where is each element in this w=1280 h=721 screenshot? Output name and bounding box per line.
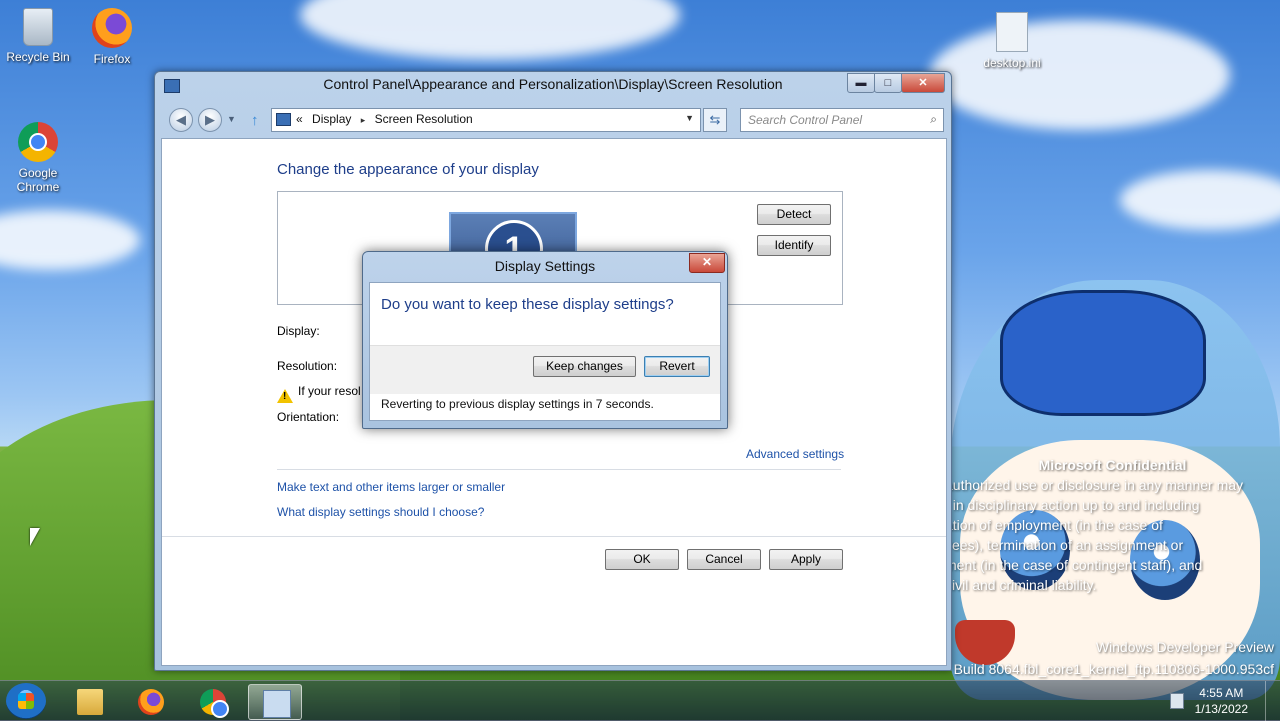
taskbar: 4:55 AM 1/13/2022 bbox=[0, 680, 1280, 721]
apply-button[interactable]: Apply bbox=[769, 549, 843, 570]
dialog-button-band: Keep changes Revert bbox=[370, 345, 720, 394]
folder-icon bbox=[77, 689, 103, 715]
text-size-link[interactable]: Make text and other items larger or smal… bbox=[277, 480, 505, 494]
build-watermark-line: Build 8064.fbl_core1_kernel_ftp.110806-1… bbox=[953, 661, 1274, 677]
search-icon: ⌕ bbox=[930, 112, 937, 126]
navigation-bar: ◀ ▶ ▼ ↑ « Display ▸ Screen Resolution ▼ … bbox=[155, 106, 951, 134]
confidential-watermark: Microsoft Confidential authorized use or… bbox=[945, 455, 1280, 595]
dialog-body: Do you want to keep these display settin… bbox=[369, 282, 721, 421]
display-help-link[interactable]: What display settings should I choose? bbox=[277, 505, 484, 519]
recycle-bin-icon bbox=[23, 8, 53, 46]
build-watermark: Windows Developer Preview Build 8064.fbl… bbox=[954, 636, 1274, 680]
maximize-button[interactable]: □ bbox=[874, 73, 902, 93]
search-input[interactable]: Search Control Panel bbox=[748, 113, 862, 127]
show-desktop-button[interactable] bbox=[1265, 681, 1280, 721]
up-level-button[interactable]: ↑ bbox=[251, 112, 259, 129]
dialog-question: Do you want to keep these display settin… bbox=[381, 296, 674, 313]
desktop-icon-label: Google Chrome bbox=[16, 166, 60, 194]
revert-button[interactable]: Revert bbox=[644, 356, 710, 377]
taskbar-firefox[interactable] bbox=[124, 684, 176, 718]
window-title: Control Panel\Appearance and Personaliza… bbox=[323, 76, 783, 92]
taskbar-explorer[interactable] bbox=[63, 684, 115, 718]
recent-pages-dropdown-icon[interactable]: ▼ bbox=[227, 114, 236, 124]
watermark-title: Microsoft Confidential bbox=[1038, 457, 1187, 473]
identify-button[interactable]: Identify bbox=[757, 235, 831, 256]
breadcrumb-screen-resolution[interactable]: Screen Resolution bbox=[375, 112, 473, 126]
firefox-icon bbox=[138, 689, 164, 715]
desktop-icon-firefox[interactable]: Firefox bbox=[74, 8, 150, 66]
watermark-line: authorized use or disclosure in any mann… bbox=[945, 477, 1244, 493]
close-icon: ✕ bbox=[701, 255, 713, 269]
address-dropdown-icon[interactable]: ▼ bbox=[685, 113, 694, 123]
clock-date: 1/13/2022 bbox=[1194, 702, 1248, 716]
advanced-settings-link[interactable]: Advanced settings bbox=[746, 447, 844, 461]
taskbar-chrome[interactable] bbox=[186, 684, 238, 718]
keep-changes-button[interactable]: Keep changes bbox=[533, 356, 636, 377]
forward-button[interactable]: ▶ bbox=[198, 108, 222, 132]
minimize-button[interactable]: ▬ bbox=[847, 73, 875, 93]
resolution-warning-text: If your resol bbox=[298, 384, 361, 398]
ok-button[interactable]: OK bbox=[605, 549, 679, 570]
start-button[interactable] bbox=[6, 683, 46, 719]
breadcrumb-overflow[interactable]: « bbox=[296, 112, 303, 126]
close-button[interactable]: ✕ bbox=[901, 73, 945, 93]
clock-time: 4:55 AM bbox=[1199, 686, 1244, 700]
watermark-line: t in disciplinary action up to and inclu… bbox=[945, 497, 1200, 513]
desktop-icon-desktop-ini[interactable]: desktop.ini bbox=[974, 12, 1050, 70]
watermark-line: ation of employment (in the case of bbox=[945, 517, 1163, 533]
forward-arrow-icon: ▶ bbox=[205, 112, 215, 127]
dialog-close-button[interactable]: ✕ bbox=[689, 253, 725, 273]
mouse-cursor-icon bbox=[30, 528, 40, 546]
breadcrumb: « Display ▸ Screen Resolution bbox=[296, 112, 479, 126]
clock[interactable]: 4:55 AM 1/13/2022 bbox=[1195, 685, 1248, 717]
build-watermark-line: Windows Developer Preview bbox=[1095, 639, 1274, 655]
desktop-icon-chrome[interactable]: Google Chrome bbox=[0, 122, 76, 194]
revert-countdown-text: Reverting to previous display settings i… bbox=[381, 397, 654, 411]
cloud-decoration bbox=[0, 210, 140, 270]
chrome-icon bbox=[200, 689, 229, 718]
cancel-button[interactable]: Cancel bbox=[687, 549, 761, 570]
display-label: Display: bbox=[277, 324, 320, 338]
dialog-title: Display Settings bbox=[494, 258, 596, 274]
cloud-decoration bbox=[300, 0, 680, 60]
file-icon bbox=[996, 12, 1028, 52]
desktop-icon-label: desktop.ini bbox=[983, 56, 1041, 70]
windows-logo-icon bbox=[18, 693, 34, 709]
watermark-line: civil and criminal liability. bbox=[945, 577, 1097, 593]
chrome-icon bbox=[18, 122, 58, 162]
display-settings-dialog: Display Settings ✕ Do you want to keep t… bbox=[362, 251, 728, 429]
firefox-icon bbox=[92, 8, 132, 48]
watermark-line: yees), termination of an assignment or bbox=[945, 537, 1184, 553]
address-bar[interactable]: « Display ▸ Screen Resolution ▼ bbox=[271, 108, 701, 132]
taskbar-control-panel[interactable] bbox=[248, 684, 302, 720]
desktop-icon-label: Recycle Bin bbox=[6, 50, 70, 64]
breadcrumb-display[interactable]: Display bbox=[312, 112, 351, 126]
cloud-decoration bbox=[1120, 170, 1280, 230]
control-panel-icon bbox=[276, 113, 291, 126]
watermark-line: ment (in the case of contingent staff), … bbox=[945, 557, 1203, 573]
orientation-label: Orientation: bbox=[277, 410, 340, 424]
back-button[interactable]: ◀ bbox=[169, 108, 193, 132]
resolution-label: Resolution: bbox=[277, 359, 338, 373]
control-panel-icon bbox=[263, 690, 291, 718]
divider bbox=[277, 469, 841, 470]
network-icon[interactable] bbox=[1170, 693, 1184, 709]
refresh-button[interactable]: ⇆ bbox=[703, 108, 727, 132]
warning-icon bbox=[277, 389, 293, 403]
search-box[interactable]: Search Control Panel ⌕ bbox=[740, 108, 944, 132]
page-title: Change the appearance of your display bbox=[277, 161, 539, 178]
detect-button[interactable]: Detect bbox=[757, 204, 831, 225]
divider bbox=[162, 536, 946, 537]
back-arrow-icon: ◀ bbox=[176, 112, 186, 127]
refresh-icon: ⇆ bbox=[709, 112, 721, 127]
breadcrumb-separator-icon[interactable]: ▸ bbox=[361, 115, 366, 125]
wallpaper-character-bow bbox=[1000, 290, 1206, 416]
up-arrow-icon: ↑ bbox=[251, 112, 259, 129]
desktop-icon-label: Firefox bbox=[93, 52, 131, 66]
desktop-icon-recycle-bin[interactable]: Recycle Bin bbox=[0, 8, 76, 64]
